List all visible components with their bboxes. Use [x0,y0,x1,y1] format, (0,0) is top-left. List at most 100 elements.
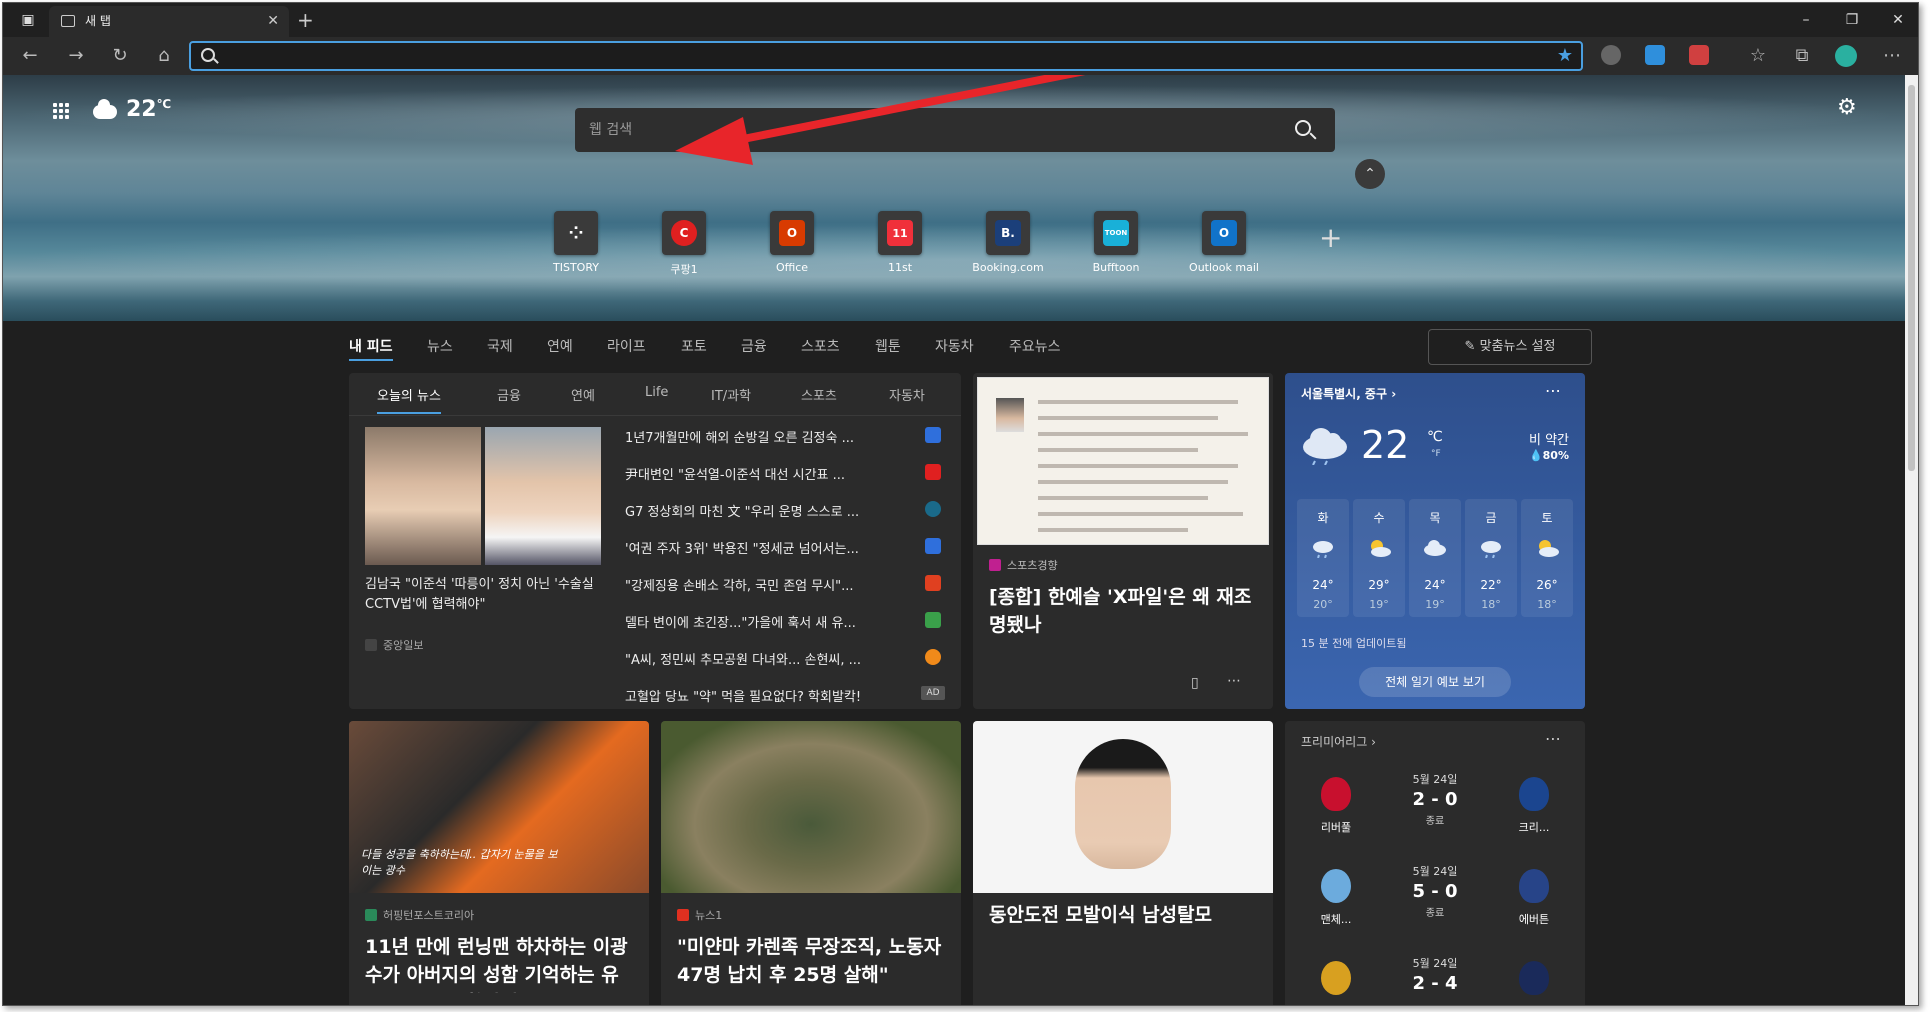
add-quick-link-button[interactable]: + [1319,221,1342,254]
feed-tab-entertainment[interactable]: 연예 [547,335,573,359]
forecast-day[interactable]: 토 26° 18° [1521,499,1573,617]
subtab-it-science[interactable]: IT/과학 [711,385,751,404]
unit-celsius[interactable]: ℃ [1427,429,1443,445]
featured-title[interactable]: [종합] 한예슬 'X파일'은 왜 재조명됐나 [989,583,1265,639]
tile-title[interactable]: 11년 만에 런닝맨 하차하는 이광수가 아버지의 성함 기억하는 유재석을 보… [365,933,635,993]
lead-photo-left[interactable] [365,427,481,565]
forecast-day[interactable]: 화 24° 20° [1297,499,1349,617]
headline-item[interactable]: '여권 주자 3위' 박용진 "정세균 넘어서는... [625,538,911,557]
subtab-sports[interactable]: 스포츠 [801,385,837,404]
headline-item[interactable]: 델타 변이에 초긴장..."가을에 훅서 새 유... [625,612,911,631]
favorites-icon[interactable]: ☆ [1743,37,1773,75]
featured-article-card[interactable]: 스포츠경향 [종합] 한예슬 'X파일'은 왜 재조명됐나 ▯ ⋯ [973,373,1273,709]
feed-tab-sports[interactable]: 스포츠 [801,335,840,359]
subtab-auto[interactable]: 자동차 [889,385,925,404]
collections-icon[interactable]: ⧉ [1787,37,1817,75]
quick-link-label: Bufftoon [1092,261,1140,274]
match-row[interactable]: 5월 24일 2 - 4 [1285,955,1585,1005]
back-icon[interactable]: ← [15,37,45,75]
profile-avatar[interactable] [1835,45,1857,67]
lead-photo-right[interactable] [485,427,601,565]
subtab-entertainment[interactable]: 연예 [571,385,595,404]
quick-link-outlook[interactable]: O Outlook mail [1174,211,1274,274]
league-title[interactable]: 프리미어리그 › [1301,733,1376,750]
more-options-icon[interactable]: ⋯ [1545,729,1561,748]
extension-icon-2[interactable] [1645,45,1665,65]
headline-item-ad[interactable]: 고혈압 당뇨 "약" 먹을 필요없다? 학회발칵! [625,686,911,705]
feed-tab-finance[interactable]: 금융 [741,335,767,359]
feed-tab-news[interactable]: 뉴스 [427,335,453,359]
scrollbar-thumb[interactable] [1908,85,1915,471]
forward-icon[interactable]: → [61,37,91,75]
cloud-rain-icon [1303,428,1347,465]
quick-link-tistory[interactable]: ⁘ TISTORY [526,211,626,274]
headline-item[interactable]: "A씨, 정민씨 추모공원 다녀와... 손현씨, ... [625,649,911,668]
search-input[interactable]: 웹 검색 [589,108,632,152]
refresh-icon[interactable]: ↻ [105,37,135,75]
tile-image[interactable]: 다들 성공을 축하하는데.. 갑자기 눈물을 보이는 광수 [349,721,649,893]
address-bar[interactable]: ★ [189,41,1583,71]
favorite-star-icon[interactable]: ★ [1557,43,1573,69]
headline-item[interactable]: G7 정상회의 마친 文 "우리 운명 스스로 ... [625,501,911,520]
tile-title[interactable]: 동안도전 모발이식 남성탈모 [989,901,1259,929]
news-tile[interactable]: 다들 성공을 축하하는데.. 갑자기 눈물을 보이는 광수 허핑턴포스트코리아 … [349,721,649,1005]
feed-tab-auto[interactable]: 자동차 [935,335,974,359]
close-window-button[interactable]: ✕ [1875,3,1918,37]
feed-tab-my-feed[interactable]: 내 피드 [349,335,393,361]
maximize-button[interactable]: ❐ [1829,3,1875,37]
soccer-scores-card[interactable]: 프리미어리그 › ⋯ 리버풀 5월 24일 2 - 0 종료 크리... 맨체.… [1285,721,1585,1005]
page-scrollbar[interactable] [1905,75,1918,1005]
tab-new-tab[interactable]: 새 탭 ✕ [49,6,289,37]
forecast-day[interactable]: 수 29° 19° [1353,499,1405,617]
quick-link-bufftoon[interactable]: TOON Bufftoon [1066,211,1166,274]
quick-link-coupang[interactable]: C 쿠팡1 [634,211,734,277]
tab-actions-icon[interactable]: ▣ [13,3,43,37]
tile-image[interactable] [973,721,1273,893]
more-menu-icon[interactable]: ⋯ [1877,37,1907,75]
news-tile[interactable]: 뉴스1 "미얀마 카렌족 무장조직, 노동자 47명 납치 후 25명 살해" [661,721,961,1005]
subtab-today[interactable]: 오늘의 뉴스 [377,385,441,414]
more-options-icon[interactable]: ⋯ [1227,673,1241,689]
full-forecast-button[interactable]: 전체 일기 예보 보기 [1359,667,1511,697]
extension-icon-1[interactable] [1601,45,1621,65]
unit-fahrenheit[interactable]: °F [1431,449,1441,459]
lead-headline[interactable]: 김남국 "이준석 '따릉이' 정치 아닌 '수술실 CCTV법'에 협력해야" [365,575,605,615]
new-tab-button[interactable]: + [297,3,314,37]
forecast-day[interactable]: 목 24° 19° [1409,499,1461,617]
feed-tab-world[interactable]: 국제 [487,335,513,359]
tile-image[interactable] [661,721,961,893]
bookmark-icon[interactable]: ▯ [1191,675,1199,691]
hero-weather[interactable]: 22℃ [126,97,171,122]
quick-link-booking[interactable]: B. Booking.com [958,211,1058,274]
close-tab-icon[interactable]: ✕ [267,6,279,37]
extension-icon-3[interactable] [1689,45,1709,65]
forecast-day[interactable]: 금 22° 18° [1465,499,1517,617]
search-icon[interactable] [1295,120,1311,136]
subtab-life[interactable]: Life [645,385,668,400]
headline-item[interactable]: 尹대변인 "윤석열-이준석 대선 시간표 ... [625,464,911,483]
quick-link-label: Office [775,261,809,274]
feed-tab-photo[interactable]: 포토 [681,335,707,359]
quick-link-office[interactable]: O Office [742,211,842,274]
minimize-button[interactable]: – [1783,3,1829,37]
weather-card[interactable]: 서울특별시, 중구 › ⋯ 22 ℃ °F 비 약간 💧80% 화 24° 20… [1285,373,1585,709]
feed-tab-top-news[interactable]: 주요뉴스 [1009,335,1061,359]
match-row[interactable]: 맨체... 5월 24일 5 - 0 종료 에버튼 [1285,863,1585,943]
quick-link-11st[interactable]: 11 11st [850,211,950,274]
feed-tab-webtoon[interactable]: 웹툰 [875,335,901,359]
weather-location[interactable]: 서울특별시, 중구 › [1301,385,1396,402]
home-icon[interactable]: ⌂ [149,37,179,75]
match-row[interactable]: 리버풀 5월 24일 2 - 0 종료 크리... [1285,771,1585,851]
more-options-icon[interactable]: ⋯ [1545,381,1561,400]
collapse-chevron-icon[interactable]: ⌃ [1355,159,1385,189]
tile-title[interactable]: "미얀마 카렌족 무장조직, 노동자 47명 납치 후 25명 살해" [677,933,947,989]
apps-grid-icon[interactable] [53,103,69,119]
customize-news-button[interactable]: ✎ 맞춤뉴스 설정 [1428,329,1592,365]
settings-gear-icon[interactable]: ⚙ [1837,95,1857,120]
headline-item[interactable]: 1년7개월만에 해외 순방길 오른 김정숙 ... [625,427,911,446]
subtab-finance[interactable]: 금융 [497,385,521,404]
ad-tile[interactable]: 동안도전 모발이식 남성탈모 [973,721,1273,1005]
headline-item[interactable]: "강제징용 손배소 각하, 국민 존엄 무시"... [625,575,911,594]
featured-image[interactable] [977,377,1269,545]
feed-tab-life[interactable]: 라이프 [607,335,646,359]
